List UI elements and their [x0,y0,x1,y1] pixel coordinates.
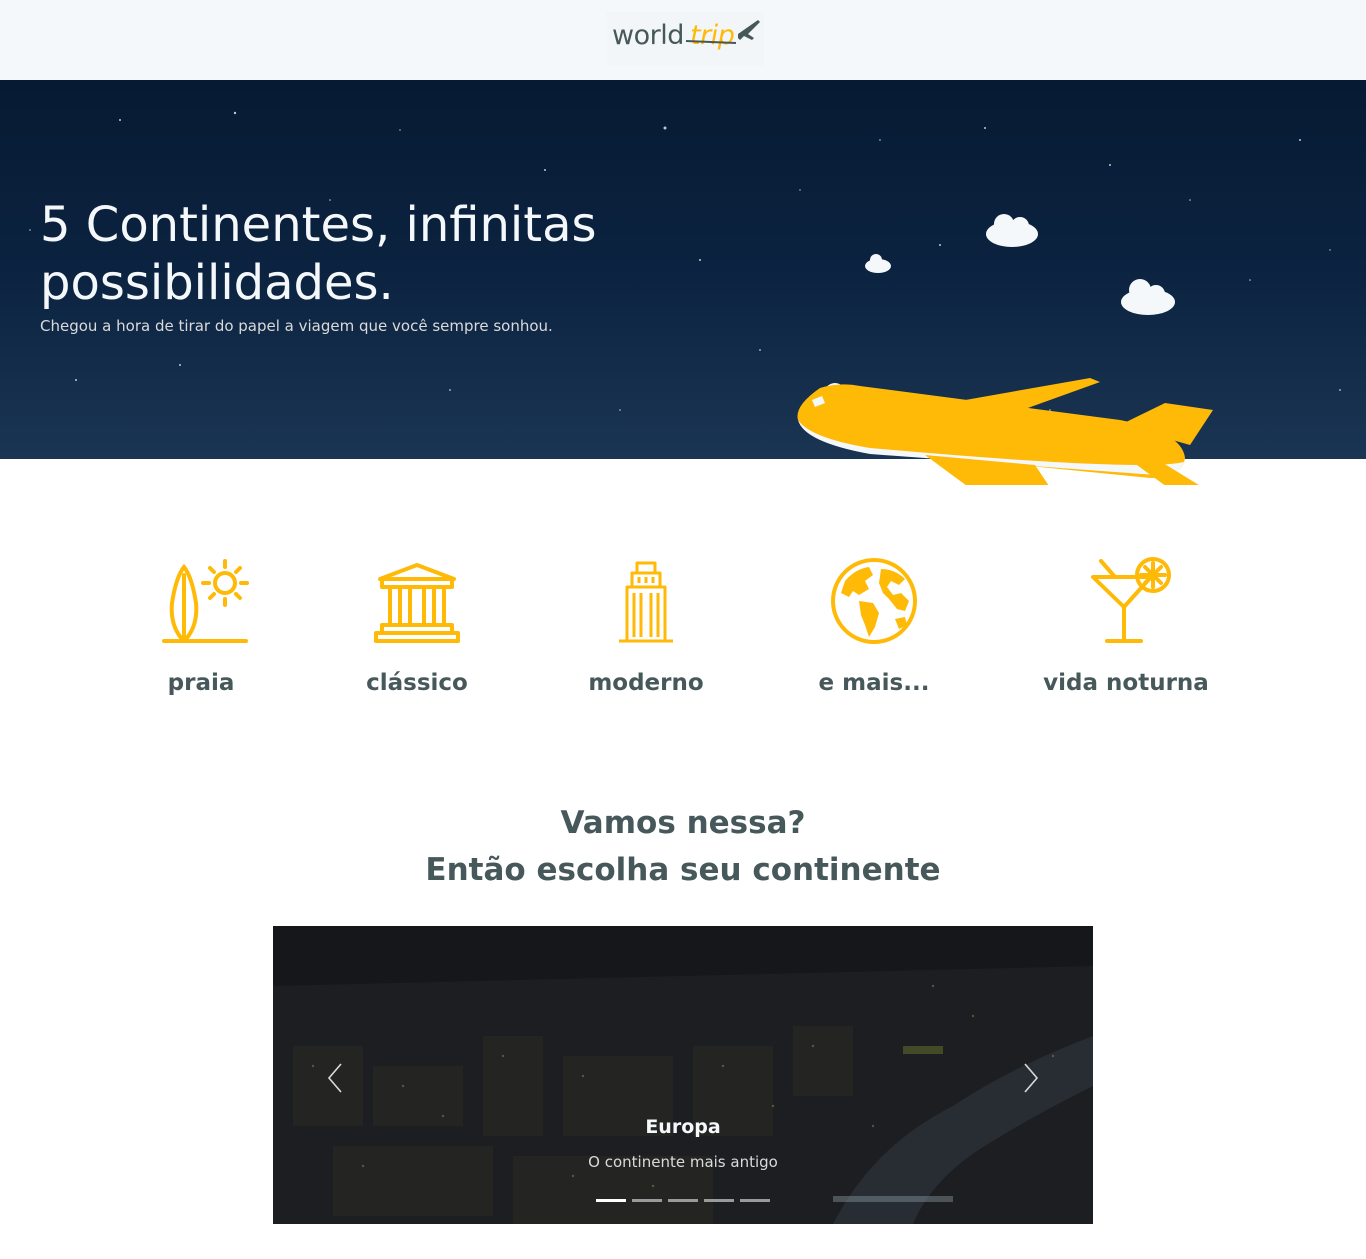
category-vida-noturna[interactable] [1087,555,1177,645]
carousel-next-button[interactable] [1021,1062,1041,1094]
museum-icon [374,563,460,643]
section-title-line1: Vamos nessa? [560,805,806,841]
hero-subtitle: Chegou a hora de tirar do papel a viagem… [40,317,553,335]
section-title-line2: Então escolha seu continente [425,852,941,888]
site-header: world trip [0,0,1366,80]
carousel-dot-1[interactable] [596,1199,626,1202]
category-label-classico[interactable]: clássico [366,670,468,696]
globe-icon [831,558,917,644]
carousel-slide-subtitle: O continente mais antigo [588,1153,778,1171]
category-moderno[interactable] [601,555,691,645]
carousel-dot-4[interactable] [704,1199,734,1202]
category-praia[interactable] [160,555,250,645]
carousel-dot-3[interactable] [668,1199,698,1202]
category-classico[interactable] [372,555,462,645]
carousel-slide-title[interactable]: Europa [273,1116,1093,1138]
surfboard-sun-icon [162,559,249,643]
continent-section-title: Vamos nessa? Então escolha seu continent… [0,800,1366,894]
skyscraper-icon [619,561,673,643]
chevron-left-icon [327,1063,342,1093]
category-mais[interactable] [829,555,919,645]
category-label-mais[interactable]: e mais... [819,670,930,696]
carousel-prev-button[interactable] [325,1062,345,1094]
category-label-vida-noturna[interactable]: vida noturna [1043,670,1209,696]
airplane-logo-icon [685,20,760,44]
category-label-moderno[interactable]: moderno [588,670,703,696]
carousel-dot-2[interactable] [632,1199,662,1202]
hero-title: 5 Continentes, infinitas possibilidades. [40,197,597,311]
carousel-dot-5[interactable] [740,1199,770,1202]
cocktail-icon [1091,557,1171,643]
airplane-illustration-icon [797,214,1213,485]
city-night-photo [273,926,1093,1224]
category-label-praia[interactable]: praia [168,670,235,696]
hero-banner: 5 Continentes, infinitas possibilidades.… [0,80,1366,485]
continent-carousel[interactable]: Europa O continente mais antigo [273,926,1093,1224]
worldtrip-logo[interactable]: world trip [606,12,764,66]
chevron-right-icon [1024,1063,1039,1093]
